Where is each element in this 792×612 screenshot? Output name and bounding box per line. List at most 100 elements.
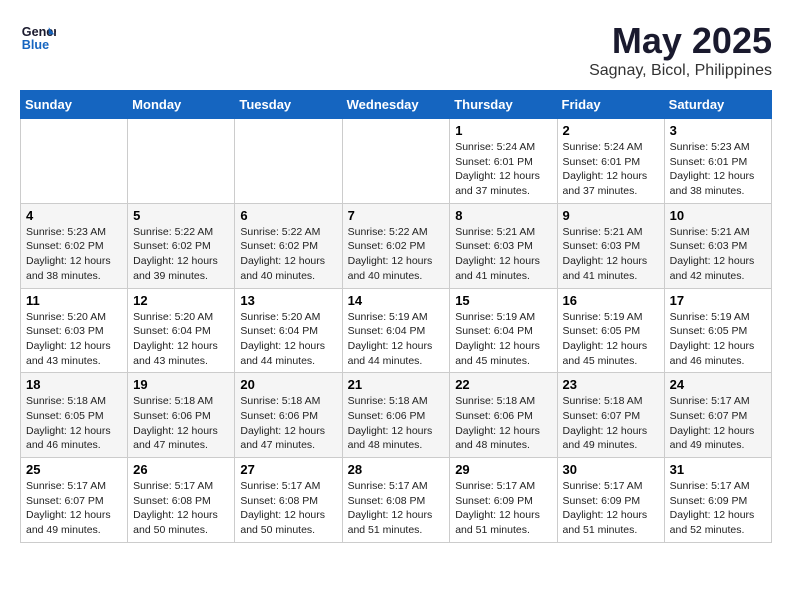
- logo-icon: General Blue: [20, 20, 56, 56]
- day-cell: 12Sunrise: 5:20 AM Sunset: 6:04 PM Dayli…: [128, 288, 235, 373]
- day-cell: [21, 119, 128, 204]
- day-number: 31: [670, 462, 766, 477]
- day-number: 24: [670, 377, 766, 392]
- day-cell: 24 Sunrise: 5:17 AM Sunset: 6:07 PM Dayli…: [664, 373, 771, 458]
- month-title: May 2025: [589, 20, 772, 62]
- day-number: 30: [563, 462, 659, 477]
- calendar-table: SundayMondayTuesdayWednesdayThursdayFrid…: [20, 90, 772, 543]
- day-number: 8: [455, 208, 551, 223]
- day-cell: 9Sunrise: 5:21 AM Sunset: 6:03 PM Daylig…: [557, 203, 664, 288]
- day-content: Sunrise: 5:17 AM Sunset: 6:07 PM Dayligh…: [670, 394, 766, 453]
- day-content: Sunrise: 5:17 AM Sunset: 6:09 PM Dayligh…: [670, 479, 766, 538]
- day-cell: 31 Sunrise: 5:17 AM Sunset: 6:09 PM Dayli…: [664, 458, 771, 543]
- svg-text:Blue: Blue: [22, 38, 49, 52]
- day-number: 13: [240, 293, 336, 308]
- week-row-1: 1 Sunrise: 5:24 AM Sunset: 6:01 PM Daylig…: [21, 119, 772, 204]
- day-header-sunday: Sunday: [21, 91, 128, 119]
- week-row-2: 4Sunrise: 5:23 AM Sunset: 6:02 PM Daylig…: [21, 203, 772, 288]
- day-content: Sunrise: 5:21 AM Sunset: 6:03 PM Dayligh…: [455, 225, 551, 284]
- day-number: 14: [348, 293, 445, 308]
- day-content: Sunrise: 5:20 AM Sunset: 6:03 PM Dayligh…: [26, 310, 122, 369]
- day-content: Sunrise: 5:18 AM Sunset: 6:06 PM Dayligh…: [348, 394, 445, 453]
- day-cell: 15 Sunrise: 5:19 AM Sunset: 6:04 PM Dayli…: [450, 288, 557, 373]
- day-header-thursday: Thursday: [450, 91, 557, 119]
- day-cell: 10 Sunrise: 5:21 AM Sunset: 6:03 PM Dayli…: [664, 203, 771, 288]
- day-number: 20: [240, 377, 336, 392]
- day-content: Sunrise: 5:19 AM Sunset: 6:04 PM Dayligh…: [455, 310, 551, 369]
- day-content: Sunrise: 5:19 AM Sunset: 6:05 PM Dayligh…: [670, 310, 766, 369]
- day-content: Sunrise: 5:17 AM Sunset: 6:09 PM Dayligh…: [455, 479, 551, 538]
- title-area: May 2025 Sagnay, Bicol, Philippines: [589, 20, 772, 80]
- day-content: Sunrise: 5:22 AM Sunset: 6:02 PM Dayligh…: [133, 225, 229, 284]
- week-row-3: 11 Sunrise: 5:20 AM Sunset: 6:03 PM Dayli…: [21, 288, 772, 373]
- day-content: Sunrise: 5:17 AM Sunset: 6:07 PM Dayligh…: [26, 479, 122, 538]
- day-cell: 26 Sunrise: 5:17 AM Sunset: 6:08 PM Dayli…: [128, 458, 235, 543]
- day-cell: 19 Sunrise: 5:18 AM Sunset: 6:06 PM Dayli…: [128, 373, 235, 458]
- day-number: 5: [133, 208, 229, 223]
- day-number: 6: [240, 208, 336, 223]
- day-content: Sunrise: 5:19 AM Sunset: 6:05 PM Dayligh…: [563, 310, 659, 369]
- day-content: Sunrise: 5:23 AM Sunset: 6:01 PM Dayligh…: [670, 140, 766, 199]
- day-cell: 2Sunrise: 5:24 AM Sunset: 6:01 PM Daylig…: [557, 119, 664, 204]
- day-content: Sunrise: 5:22 AM Sunset: 6:02 PM Dayligh…: [240, 225, 336, 284]
- day-content: Sunrise: 5:20 AM Sunset: 6:04 PM Dayligh…: [133, 310, 229, 369]
- day-content: Sunrise: 5:17 AM Sunset: 6:08 PM Dayligh…: [348, 479, 445, 538]
- day-content: Sunrise: 5:22 AM Sunset: 6:02 PM Dayligh…: [348, 225, 445, 284]
- day-cell: 14 Sunrise: 5:19 AM Sunset: 6:04 PM Dayli…: [342, 288, 450, 373]
- day-content: Sunrise: 5:18 AM Sunset: 6:06 PM Dayligh…: [455, 394, 551, 453]
- day-header-monday: Monday: [128, 91, 235, 119]
- day-content: Sunrise: 5:19 AM Sunset: 6:04 PM Dayligh…: [348, 310, 445, 369]
- day-number: 23: [563, 377, 659, 392]
- day-cell: 11 Sunrise: 5:20 AM Sunset: 6:03 PM Dayli…: [21, 288, 128, 373]
- day-number: 25: [26, 462, 122, 477]
- day-number: 26: [133, 462, 229, 477]
- day-cell: 21 Sunrise: 5:18 AM Sunset: 6:06 PM Dayli…: [342, 373, 450, 458]
- day-number: 11: [26, 293, 122, 308]
- header-row: SundayMondayTuesdayWednesdayThursdayFrid…: [21, 91, 772, 119]
- day-header-friday: Friday: [557, 91, 664, 119]
- header: General Blue May 2025 Sagnay, Bicol, Phi…: [20, 20, 772, 80]
- day-cell: 8 Sunrise: 5:21 AM Sunset: 6:03 PM Daylig…: [450, 203, 557, 288]
- day-cell: 28Sunrise: 5:17 AM Sunset: 6:08 PM Dayli…: [342, 458, 450, 543]
- day-cell: 25 Sunrise: 5:17 AM Sunset: 6:07 PM Dayli…: [21, 458, 128, 543]
- day-number: 15: [455, 293, 551, 308]
- day-content: Sunrise: 5:18 AM Sunset: 6:06 PM Dayligh…: [240, 394, 336, 453]
- day-cell: 7 Sunrise: 5:22 AM Sunset: 6:02 PM Daylig…: [342, 203, 450, 288]
- day-number: 10: [670, 208, 766, 223]
- day-content: Sunrise: 5:24 AM Sunset: 6:01 PM Dayligh…: [563, 140, 659, 199]
- day-cell: 27 Sunrise: 5:17 AM Sunset: 6:08 PM Dayli…: [235, 458, 342, 543]
- day-number: 18: [26, 377, 122, 392]
- day-cell: [342, 119, 450, 204]
- day-number: 7: [348, 208, 445, 223]
- day-content: Sunrise: 5:18 AM Sunset: 6:06 PM Dayligh…: [133, 394, 229, 453]
- day-number: 16: [563, 293, 659, 308]
- day-cell: 20 Sunrise: 5:18 AM Sunset: 6:06 PM Dayli…: [235, 373, 342, 458]
- day-number: 1: [455, 123, 551, 138]
- day-content: Sunrise: 5:18 AM Sunset: 6:05 PM Dayligh…: [26, 394, 122, 453]
- day-content: Sunrise: 5:21 AM Sunset: 6:03 PM Dayligh…: [670, 225, 766, 284]
- day-content: Sunrise: 5:17 AM Sunset: 6:08 PM Dayligh…: [133, 479, 229, 538]
- day-number: 19: [133, 377, 229, 392]
- day-content: Sunrise: 5:18 AM Sunset: 6:07 PM Dayligh…: [563, 394, 659, 453]
- day-cell: 30Sunrise: 5:17 AM Sunset: 6:09 PM Dayli…: [557, 458, 664, 543]
- location-title: Sagnay, Bicol, Philippines: [589, 62, 772, 80]
- day-content: Sunrise: 5:17 AM Sunset: 6:08 PM Dayligh…: [240, 479, 336, 538]
- day-cell: [128, 119, 235, 204]
- day-cell: 13Sunrise: 5:20 AM Sunset: 6:04 PM Dayli…: [235, 288, 342, 373]
- day-cell: 17Sunrise: 5:19 AM Sunset: 6:05 PM Dayli…: [664, 288, 771, 373]
- day-cell: 18 Sunrise: 5:18 AM Sunset: 6:05 PM Dayli…: [21, 373, 128, 458]
- week-row-4: 18 Sunrise: 5:18 AM Sunset: 6:05 PM Dayli…: [21, 373, 772, 458]
- day-cell: 29 Sunrise: 5:17 AM Sunset: 6:09 PM Dayli…: [450, 458, 557, 543]
- day-number: 3: [670, 123, 766, 138]
- day-header-wednesday: Wednesday: [342, 91, 450, 119]
- day-cell: [235, 119, 342, 204]
- day-cell: 3 Sunrise: 5:23 AM Sunset: 6:01 PM Daylig…: [664, 119, 771, 204]
- day-cell: 16 Sunrise: 5:19 AM Sunset: 6:05 PM Dayli…: [557, 288, 664, 373]
- day-number: 29: [455, 462, 551, 477]
- day-cell: 4Sunrise: 5:23 AM Sunset: 6:02 PM Daylig…: [21, 203, 128, 288]
- day-content: Sunrise: 5:24 AM Sunset: 6:01 PM Dayligh…: [455, 140, 551, 199]
- day-number: 27: [240, 462, 336, 477]
- day-number: 21: [348, 377, 445, 392]
- day-cell: 22Sunrise: 5:18 AM Sunset: 6:06 PM Dayli…: [450, 373, 557, 458]
- day-header-tuesday: Tuesday: [235, 91, 342, 119]
